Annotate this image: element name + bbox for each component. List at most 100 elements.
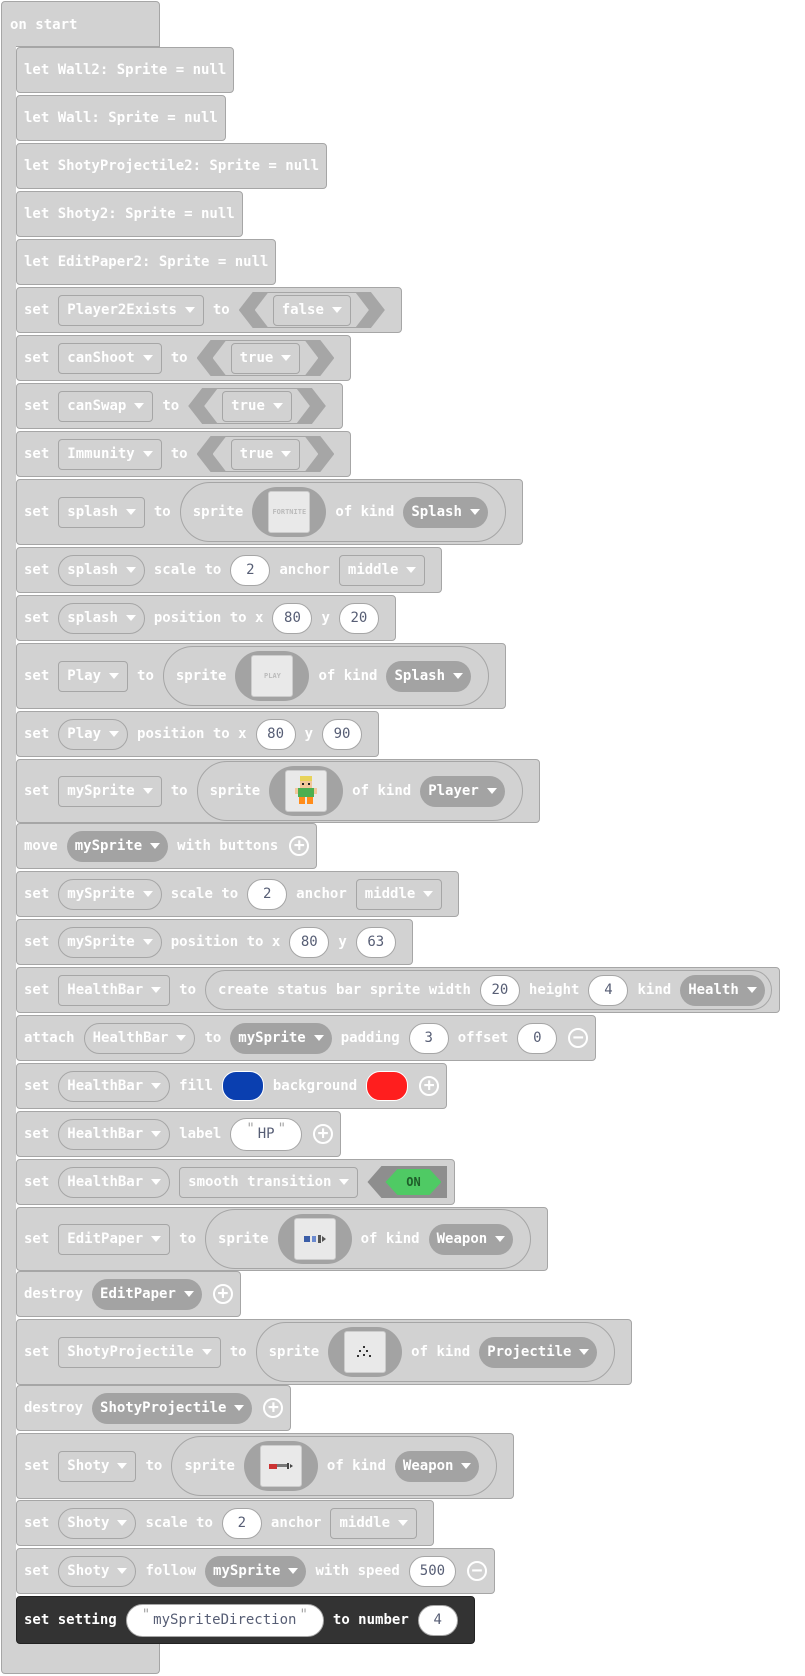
expand-plus-icon[interactable]: + xyxy=(212,1284,233,1304)
anchor-dropdown[interactable]: middle xyxy=(330,1507,418,1539)
variable-dropdown[interactable]: Play xyxy=(58,718,129,750)
boolean-block[interactable]: true xyxy=(213,437,319,471)
boolean-dropdown[interactable]: true xyxy=(231,343,301,374)
boolean-block[interactable]: false xyxy=(255,293,369,327)
variable-dropdown[interactable]: ShotyProjectile xyxy=(92,1392,253,1424)
y-input[interactable]: 63 xyxy=(355,926,396,958)
boolean-block[interactable]: true xyxy=(204,389,310,423)
scale-input[interactable]: 2 xyxy=(221,1507,262,1539)
variable-dropdown[interactable]: EditPaper xyxy=(92,1278,202,1310)
set-splash-scale-block[interactable]: set splash scale to 2 anchor middle xyxy=(16,547,443,593)
variable-dropdown[interactable]: mySprite xyxy=(58,926,162,958)
set-shotyprojectile-sprite-block[interactable]: set ShotyProjectile to sprite of kind Pr… xyxy=(16,1319,633,1385)
let-wall2-block[interactable]: let Wall2: Sprite = null xyxy=(16,47,235,93)
boolean-dropdown[interactable]: true xyxy=(222,391,292,422)
kind-dropdown[interactable]: Health xyxy=(680,974,765,1006)
variable-dropdown[interactable]: splash xyxy=(58,554,145,586)
x-input[interactable]: 80 xyxy=(289,926,330,958)
scale-input[interactable]: 2 xyxy=(247,878,288,910)
on-start-hat-block[interactable]: on start xyxy=(1,1,160,47)
variable-dropdown[interactable]: Play xyxy=(58,660,129,692)
set-healthbar-label-block[interactable]: set HealthBar label " HP " + xyxy=(16,1111,342,1157)
collapse-minus-icon[interactable]: − xyxy=(568,1028,589,1048)
variable-dropdown[interactable]: mySprite xyxy=(58,775,162,807)
variable-dropdown[interactable]: mySprite xyxy=(58,878,162,910)
image-picker[interactable] xyxy=(243,1441,318,1491)
kind-dropdown[interactable]: Weapon xyxy=(394,1450,480,1482)
let-shotyprojectile2-block[interactable]: let ShotyProjectile2: Sprite = null xyxy=(16,143,328,189)
variable-dropdown[interactable]: HealthBar xyxy=(58,974,171,1006)
sprite-create-block[interactable]: sprite FORTNITE of kind Splash xyxy=(179,482,506,542)
kind-dropdown[interactable]: Weapon xyxy=(428,1223,514,1255)
y-input[interactable]: 20 xyxy=(338,602,379,634)
option-dropdown[interactable]: smooth transition xyxy=(179,1166,359,1198)
set-mysprite-scale-block[interactable]: set mySprite scale to 2 anchor middle xyxy=(16,871,460,917)
number-input[interactable]: 4 xyxy=(417,1604,458,1636)
x-input[interactable]: 80 xyxy=(272,602,313,634)
variable-dropdown[interactable]: Player2Exists xyxy=(58,294,204,326)
destroy-shotyprojectile-block[interactable]: destroy ShotyProjectile + xyxy=(16,1385,292,1431)
image-picker[interactable] xyxy=(269,766,344,816)
set-canswap-block[interactable]: set canSwap to true xyxy=(16,383,343,429)
scale-input[interactable]: 2 xyxy=(230,554,271,586)
attach-healthbar-block[interactable]: attach HealthBar to mySprite padding 3 o… xyxy=(16,1015,597,1061)
expand-plus-icon[interactable]: + xyxy=(313,1124,334,1144)
set-canshoot-block[interactable]: set canShoot to true xyxy=(16,335,352,381)
setting-key-input[interactable]: " mySpriteDirection " xyxy=(125,1603,324,1637)
kind-dropdown[interactable]: Splash xyxy=(386,660,472,692)
set-setting-block[interactable]: set setting " mySpriteDirection " to numbe… xyxy=(16,1596,475,1644)
image-picker[interactable]: PLAY xyxy=(235,651,310,701)
boolean-block[interactable]: true xyxy=(213,341,319,375)
collapse-minus-icon[interactable]: − xyxy=(467,1561,488,1581)
variable-dropdown[interactable]: Shoty xyxy=(58,1507,137,1539)
sprite-create-block[interactable]: sprite of kind Player xyxy=(196,761,523,821)
variable-dropdown[interactable]: HealthBar xyxy=(58,1166,171,1198)
variable-dropdown[interactable]: splash xyxy=(58,602,145,634)
variable-dropdown[interactable]: HealthBar xyxy=(58,1070,171,1102)
y-input[interactable]: 90 xyxy=(322,718,363,750)
toggle-switch[interactable]: ON xyxy=(367,1166,448,1198)
set-shoty-sprite-block[interactable]: set Shoty to sprite of kind Weapon xyxy=(16,1433,515,1499)
variable-dropdown[interactable]: canSwap xyxy=(58,390,154,422)
kind-dropdown[interactable]: Player xyxy=(420,775,505,807)
speed-input[interactable]: 500 xyxy=(408,1555,457,1587)
variable-dropdown[interactable]: Shoty xyxy=(58,1555,137,1587)
variable-dropdown[interactable]: mySprite xyxy=(66,830,169,862)
label-string-input[interactable]: " HP " xyxy=(230,1117,303,1151)
expand-plus-icon[interactable]: + xyxy=(289,836,310,856)
variable-dropdown[interactable]: EditPaper xyxy=(58,1223,171,1255)
set-healthbar-create-block[interactable]: set HealthBar to create status bar sprit… xyxy=(16,967,780,1013)
height-input[interactable]: 4 xyxy=(588,974,629,1006)
expand-plus-icon[interactable]: + xyxy=(263,1398,284,1418)
set-healthbar-option-block[interactable]: set HealthBar smooth transition ON xyxy=(16,1159,456,1205)
background-color-swatch[interactable] xyxy=(366,1071,409,1101)
variable-dropdown[interactable]: HealthBar xyxy=(83,1022,196,1054)
set-shoty-follow-block[interactable]: set Shoty follow mySprite with speed 500… xyxy=(16,1548,496,1594)
set-splash-position-block[interactable]: set splash position to x 80 y 20 xyxy=(16,595,396,641)
variable-dropdown[interactable]: Immunity xyxy=(58,438,162,470)
set-shoty-scale-block[interactable]: set Shoty scale to 2 anchor middle xyxy=(16,1500,435,1546)
set-mysprite-sprite-block[interactable]: set mySprite to sprite of kind Player xyxy=(16,759,540,823)
anchor-dropdown[interactable]: middle xyxy=(355,878,443,910)
set-immunity-block[interactable]: set Immunity to true xyxy=(16,431,352,477)
set-healthbar-color-block[interactable]: set HealthBar fill background + xyxy=(16,1063,448,1109)
sprite-create-block[interactable]: sprite of kind Weapon xyxy=(205,1209,532,1269)
variable-dropdown[interactable]: Shoty xyxy=(58,1450,137,1482)
set-player2exists-block[interactable]: set Player2Exists to false xyxy=(16,287,402,333)
boolean-dropdown[interactable]: false xyxy=(273,295,351,326)
padding-input[interactable]: 3 xyxy=(408,1022,449,1054)
image-picker[interactable] xyxy=(277,1214,352,1264)
let-editpaper2-block[interactable]: let EditPaper2: Sprite = null xyxy=(16,239,277,285)
fill-color-swatch[interactable] xyxy=(221,1071,264,1101)
variable-dropdown[interactable]: splash xyxy=(58,496,145,528)
let-wall-block[interactable]: let Wall: Sprite = null xyxy=(16,95,226,141)
set-editpaper-sprite-block[interactable]: set EditPaper to sprite of kind Weapon xyxy=(16,1207,549,1271)
kind-dropdown[interactable]: Splash xyxy=(403,496,488,528)
expand-plus-icon[interactable]: + xyxy=(419,1076,440,1096)
x-input[interactable]: 80 xyxy=(255,718,296,750)
destroy-editpaper-block[interactable]: destroy EditPaper + xyxy=(16,1271,241,1317)
boolean-dropdown[interactable]: true xyxy=(231,439,301,470)
width-input[interactable]: 20 xyxy=(479,974,520,1006)
target-dropdown[interactable]: mySprite xyxy=(230,1022,332,1054)
status-bar-create-block[interactable]: create status bar sprite width 20 height… xyxy=(205,970,772,1010)
